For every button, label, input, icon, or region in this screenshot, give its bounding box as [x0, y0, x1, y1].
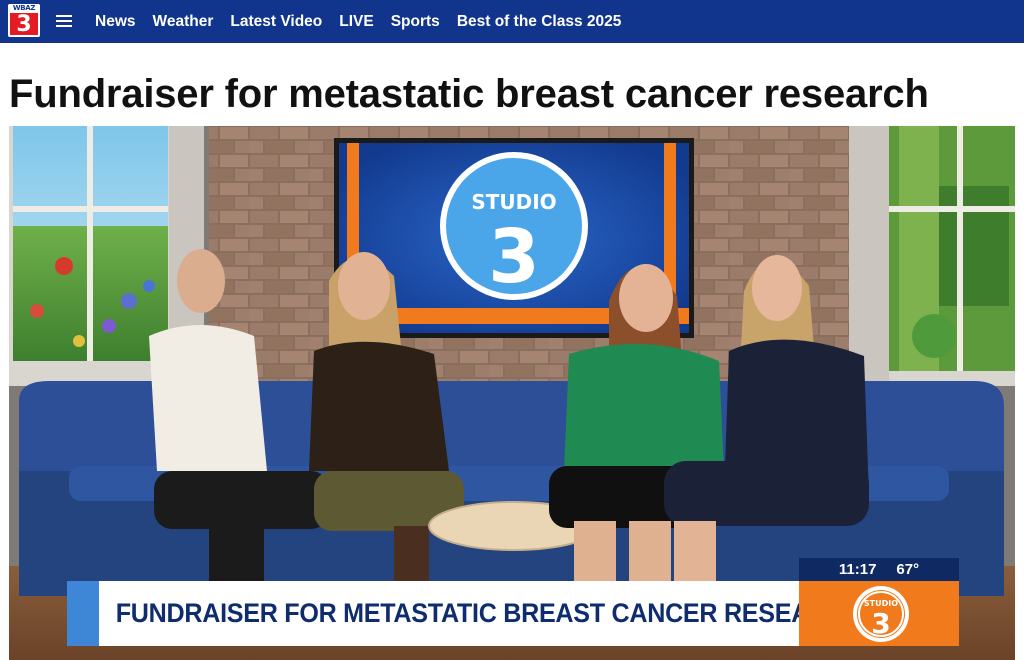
nav-item-best-of-class[interactable]: Best of the Class 2025 — [457, 13, 622, 31]
logo-channel-number: 3 — [10, 13, 38, 36]
video-player[interactable]: STUDIO 3 FUNDRAISER FOR METASTATIC BREAS… — [9, 126, 1015, 660]
lower-third-headline: FUNDRAISER FOR METASTATIC BREAST CANCER … — [115, 598, 863, 628]
main-nav: News Weather Latest Video LIVE Sports Be… — [95, 0, 638, 43]
wbaz3-logo[interactable]: WBAZ 3 — [8, 4, 40, 37]
tv-studio-number: 3 — [488, 214, 540, 300]
current-time: 11:17 — [838, 561, 877, 578]
nav-item-latest-video[interactable]: Latest Video — [230, 13, 322, 31]
nav-item-live[interactable]: LIVE — [339, 13, 373, 31]
lower-third-accent — [67, 581, 99, 646]
time-temperature-bar: 11:17 67° — [799, 558, 959, 581]
studio-3-badge-icon: STUDIO 3 — [853, 586, 909, 642]
current-temperature: 67° — [896, 561, 920, 578]
hamburger-menu-icon[interactable] — [56, 12, 74, 30]
nav-item-weather[interactable]: Weather — [153, 13, 214, 31]
tv-studio-label: STUDIO — [471, 190, 556, 214]
nav-item-news[interactable]: News — [95, 13, 136, 31]
article-headline: Fundraiser for metastatic breast cancer … — [9, 72, 929, 116]
lower-third-banner: FUNDRAISER FOR METASTATIC BREAST CANCER … — [99, 581, 863, 646]
nav-item-sports[interactable]: Sports — [391, 13, 440, 31]
badge-studio-number: 3 — [871, 607, 890, 640]
top-navigation-bar: WBAZ 3 News Weather Latest Video LIVE Sp… — [0, 0, 1024, 43]
